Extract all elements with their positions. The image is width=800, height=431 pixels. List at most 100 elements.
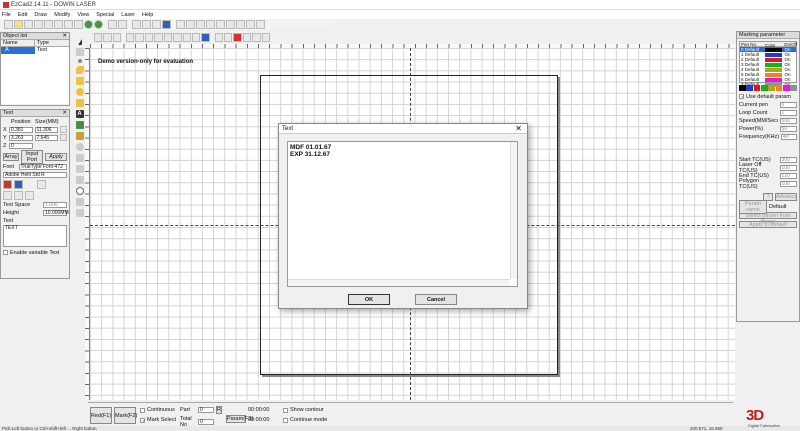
show-contour-checkbox[interactable]	[283, 407, 288, 413]
snap-grid-icon[interactable]	[103, 33, 112, 42]
use-default-checkbox[interactable]: ✓	[739, 94, 744, 99]
polygon-icon[interactable]	[75, 99, 84, 107]
pen-color-swatch[interactable]	[765, 47, 783, 52]
object-row[interactable]: A Text	[1, 47, 69, 54]
menu-view[interactable]: View	[77, 12, 89, 18]
pen-color-swatch[interactable]	[765, 52, 783, 57]
swatch-orange[interactable]	[775, 85, 783, 91]
zoom-out-icon[interactable]	[186, 20, 195, 29]
rotate-icon[interactable]	[152, 20, 161, 29]
mirror-icon[interactable]	[132, 20, 141, 29]
align-center-icon[interactable]	[14, 190, 23, 200]
grid-position-icon[interactable]	[60, 134, 68, 141]
tools-icon[interactable]	[142, 20, 151, 29]
apply-button[interactable]: Apply	[45, 152, 67, 161]
select-arrow-icon[interactable]	[77, 39, 82, 45]
node-icon[interactable]	[242, 33, 252, 42]
buffer-icon[interactable]	[75, 198, 84, 206]
video-icon[interactable]	[118, 20, 127, 29]
dialog-scrollbar-h[interactable]	[288, 279, 510, 286]
zoom-real-icon[interactable]	[246, 20, 255, 29]
close-icon[interactable]: ✕	[62, 110, 67, 116]
zoom-in-icon[interactable]	[176, 20, 185, 29]
y-size-input[interactable]: 7.645	[34, 134, 59, 141]
group-icon[interactable]	[182, 33, 191, 42]
menu-file[interactable]: File	[2, 12, 11, 18]
x-size-input[interactable]: 11.306	[34, 126, 59, 133]
italic-icon[interactable]	[14, 179, 23, 189]
eye-icon[interactable]	[252, 33, 261, 42]
save-font-icon[interactable]	[37, 179, 46, 189]
point-icon[interactable]	[77, 59, 82, 63]
align-right-icon[interactable]	[25, 190, 34, 200]
node-edit-icon[interactable]	[75, 48, 84, 56]
pen-color-swatch[interactable]	[765, 77, 783, 82]
swatch-red[interactable]	[753, 85, 761, 91]
ungroup-icon[interactable]	[191, 33, 201, 42]
delimiter-icon[interactable]	[75, 176, 84, 184]
part-input[interactable]: 0	[198, 407, 214, 413]
tab-input-port[interactable]: Input Port	[21, 149, 43, 164]
timer-icon[interactable]	[75, 143, 84, 151]
red-button[interactable]: Red(F1)	[90, 407, 112, 424]
start-tc-input[interactable]: 300	[779, 156, 797, 163]
swatch-olive[interactable]	[768, 85, 776, 91]
input-port-icon[interactable]	[75, 154, 84, 162]
lock-all-icon[interactable]	[144, 33, 154, 42]
menu-edit[interactable]: Edit	[18, 12, 27, 18]
apply-default-button[interactable]: Apply to default	[739, 221, 797, 228]
redo-icon[interactable]	[94, 20, 103, 29]
select-param-button[interactable]: Select param from library	[739, 212, 797, 225]
z-position-input[interactable]: 0	[9, 142, 33, 149]
font-style-icon[interactable]	[3, 179, 12, 189]
end-tc-input[interactable]: 120	[779, 172, 797, 179]
close-icon[interactable]: ✕	[62, 33, 67, 39]
polygon-tc-input[interactable]: 100	[779, 180, 797, 187]
menu-modify[interactable]: Modify	[54, 12, 70, 18]
lock-icon[interactable]	[60, 126, 68, 133]
mark-select-checkbox[interactable]: ✓	[140, 417, 145, 423]
param-button[interactable]: Param(F3)	[226, 415, 253, 423]
font-type-select[interactable]: TrueType Font-472	[18, 163, 67, 170]
unlock-all-icon[interactable]	[154, 33, 163, 42]
menu-draw[interactable]: Draw	[34, 12, 47, 18]
ellipse-icon[interactable]	[75, 88, 84, 96]
save-icon[interactable]	[24, 20, 33, 29]
print-icon[interactable]	[34, 20, 43, 29]
camera-icon[interactable]	[108, 20, 117, 29]
new-file-icon[interactable]	[4, 20, 13, 29]
pen-color-swatch[interactable]	[765, 62, 783, 67]
speed-input[interactable]: 500	[779, 117, 797, 124]
zoom-prev-icon[interactable]	[236, 20, 245, 29]
param-name-button[interactable]: Param name	[739, 199, 767, 214]
open-folder-icon[interactable]	[14, 20, 23, 29]
tab-array[interactable]: Array	[3, 152, 19, 161]
dialog-scrollbar-v[interactable]	[510, 142, 517, 279]
height-input[interactable]: 10.000MM	[43, 209, 69, 216]
unlock-icon[interactable]	[135, 33, 144, 42]
text-content-input[interactable]: TEXT	[3, 225, 67, 247]
swatch-green[interactable]	[760, 85, 768, 91]
swatch-magenta[interactable]	[782, 85, 790, 91]
continue-mode-checkbox[interactable]	[283, 417, 288, 423]
pan-icon[interactable]	[256, 20, 265, 29]
grid-icon[interactable]	[94, 33, 103, 42]
pen-color-swatch[interactable]	[765, 57, 783, 62]
loop-count-input[interactable]: 1	[779, 109, 797, 116]
snap-guide-icon[interactable]	[112, 33, 122, 42]
power-input[interactable]: 50	[779, 125, 797, 132]
reset-part-button[interactable]: R	[216, 406, 222, 414]
font-name-select[interactable]: Adobe Heiti Std R	[3, 171, 67, 178]
y-position-input[interactable]: 3.263	[8, 134, 33, 141]
add-icon[interactable]	[84, 20, 93, 29]
circle-text-icon[interactable]	[75, 187, 84, 195]
curve-icon[interactable]	[75, 66, 84, 74]
cancel-button[interactable]: Cancel	[415, 294, 457, 305]
swatch-gray[interactable]	[790, 85, 797, 91]
zoom-window-icon[interactable]	[206, 20, 215, 29]
cut-icon[interactable]	[44, 20, 53, 29]
zoom-all-icon[interactable]	[196, 20, 205, 29]
text-space-input[interactable]: 1.000	[43, 201, 67, 208]
vector-file-icon[interactable]	[75, 132, 84, 140]
curve-icon[interactable]	[233, 33, 242, 42]
